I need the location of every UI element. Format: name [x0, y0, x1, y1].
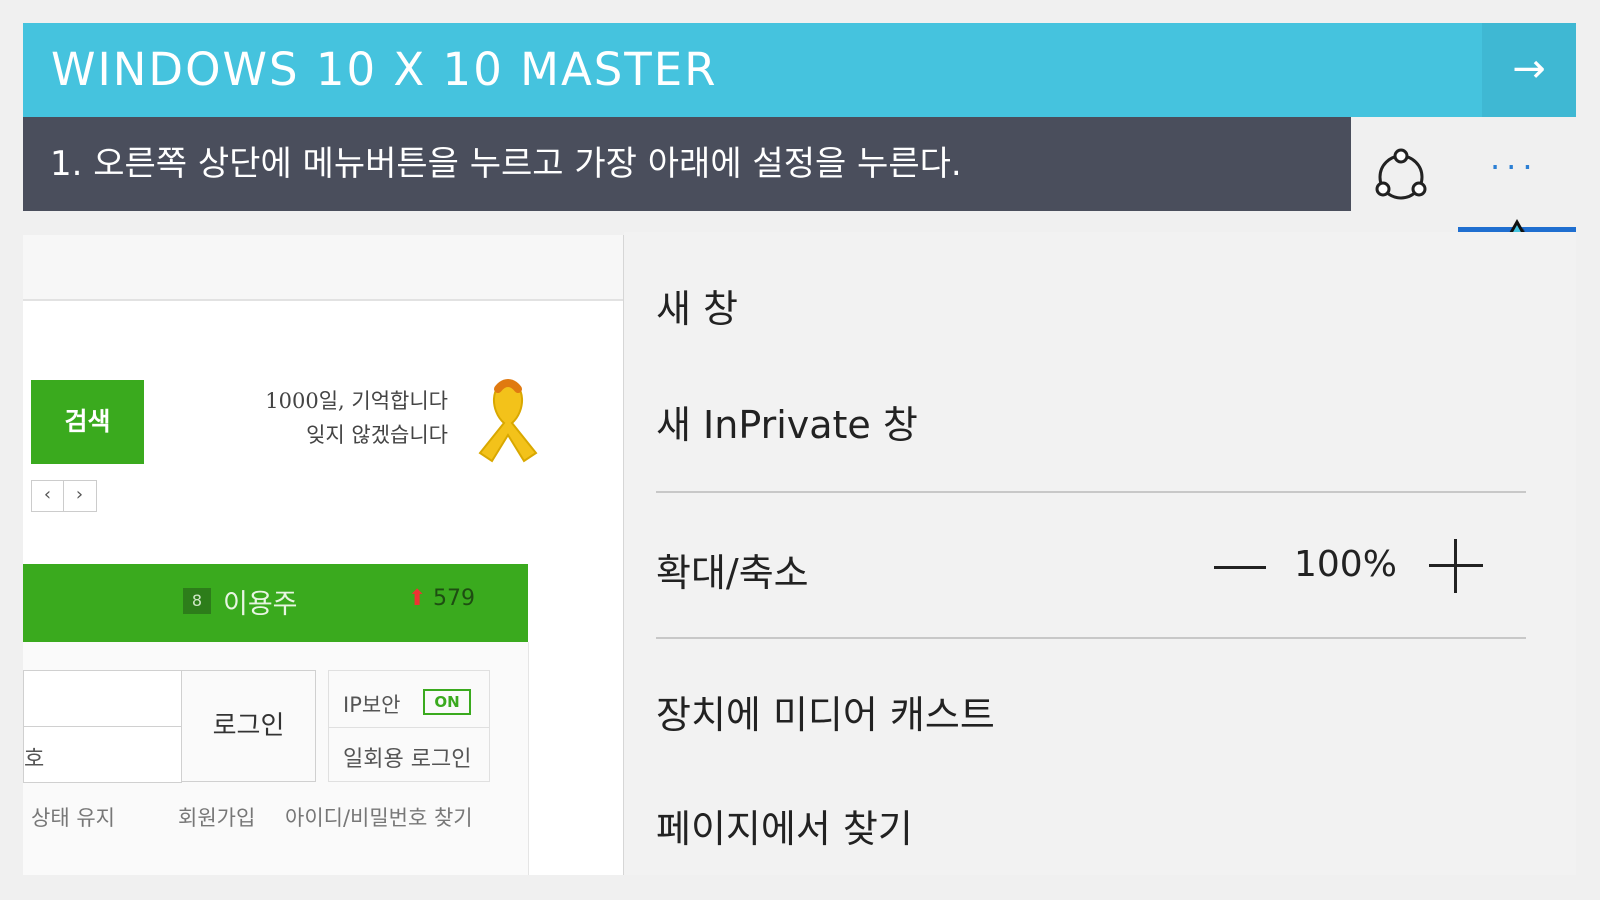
arrow-right-icon: → [1512, 46, 1546, 92]
webpage-header-strip [23, 235, 623, 301]
ip-security-label: IP보안 [343, 693, 401, 717]
menu-item-find-on-page[interactable]: 페이지에서 찾기 [656, 798, 913, 853]
menu-item-new-inprivate[interactable]: 새 InPrivate 창 [656, 394, 918, 449]
login-button[interactable]: 로그인 [181, 670, 316, 782]
rank-badge: 8 [183, 588, 211, 614]
zoom-out-button[interactable] [1214, 566, 1266, 569]
prev-page-button[interactable]: ‹ [32, 481, 63, 511]
instruction-bar: 1. 오른쪽 상단에 메뉴버튼을 누르고 가장 아래에 설정을 누른다. [23, 117, 1351, 211]
webpage-panel: 검색 1000일, 기억합니다 잊지 않겠습니다 ‹ › 8 이용주 ⬆ 579… [23, 235, 624, 875]
ribbon-text-line1: 1000일, 기억합니다 [265, 389, 448, 413]
menu-separator [656, 637, 1526, 639]
search-button[interactable]: 검색 [31, 380, 144, 464]
ribbon-text-line2: 잊지 않겠습니다 [306, 423, 448, 447]
otp-login-link[interactable]: 일회용 로그인 [343, 741, 471, 773]
instruction-text: 1. 오른쪽 상단에 메뉴버튼을 누르고 가장 아래에 설정을 누른다. [50, 144, 962, 184]
page-title: WINDOWS 10 X 10 MASTER [51, 43, 718, 96]
next-page-button[interactable]: › [63, 481, 95, 511]
yellow-ribbon-icon [468, 375, 548, 465]
ip-security-box: IP보안 ON 일회용 로그인 [328, 670, 490, 782]
ranking-bar[interactable]: 8 이용주 ⬆ 579 [23, 564, 528, 642]
stay-logged-in-checkbox[interactable]: 상태 유지 [31, 802, 115, 832]
signup-link[interactable]: 회원가입 [178, 802, 255, 832]
rank-keyword[interactable]: 이용주 [223, 582, 298, 621]
bottom-margin [0, 875, 1600, 900]
password-input[interactable]: 호 [23, 726, 182, 783]
id-input[interactable] [23, 670, 182, 727]
zoom-value: 100% [1294, 544, 1397, 585]
zoom-label: 확대/축소 [656, 551, 809, 595]
login-area: 호 로그인 IP보안 ON 일회용 로그인 상태 유지 회원가입 아이디/비밀번… [23, 642, 529, 875]
ip-security-toggle[interactable]: ON [423, 689, 471, 715]
pager: ‹ › [31, 480, 97, 512]
rank-up-icon: ⬆ [408, 586, 427, 611]
divider [329, 727, 489, 728]
password-placeholder: 호 [24, 747, 45, 772]
next-arrow-button[interactable]: → [1482, 23, 1576, 117]
browser-more-menu: 새 창 새 InPrivate 창 확대/축소 100% 장치에 미디어 캐스트… [624, 232, 1576, 875]
more-button[interactable]: ··· [1490, 148, 1550, 188]
share-icon[interactable] [1373, 147, 1429, 205]
rank-count: 579 [433, 586, 475, 611]
more-dots-icon: ··· [1490, 148, 1539, 186]
menu-item-cast-media[interactable]: 장치에 미디어 캐스트 [656, 684, 995, 739]
find-id-password-link[interactable]: 아이디/비밀번호 찾기 [285, 802, 473, 832]
menu-separator [656, 491, 1526, 493]
menu-item-new-window[interactable]: 새 창 [656, 278, 738, 333]
zoom-in-button[interactable] [1429, 539, 1483, 593]
title-bar: WINDOWS 10 X 10 MASTER → [23, 23, 1576, 117]
